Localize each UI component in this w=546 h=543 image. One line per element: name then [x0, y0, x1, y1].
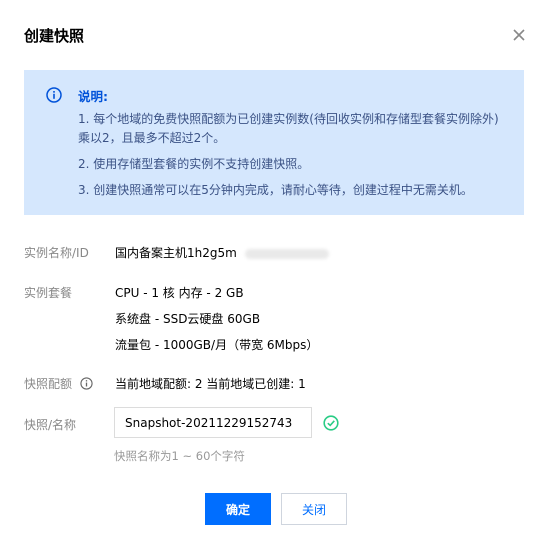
snapshot-name-hint: 快照名称为1 ~ 60个字符: [114, 449, 245, 463]
snapshot-name-input[interactable]: [114, 407, 312, 438]
dialog-title: 创建快照: [24, 27, 85, 45]
info-icon: [46, 87, 62, 103]
plan-line: 系统盘 - SSD云硬盘 60GB: [115, 312, 261, 326]
help-icon[interactable]: [80, 377, 93, 390]
plan-line: CPU - 1 核 内存 - 2 GB: [115, 286, 244, 300]
instance-name-text: 国内备案主机1h2g5m: [115, 246, 237, 260]
notice-heading: 说明:: [78, 89, 108, 104]
snapshot-name-label: 快照/名称: [24, 418, 77, 432]
notice-list: 1. 每个地域的免费快照配额为已创建实例数(待回收实例和存储型套餐实例除外)乘以…: [78, 110, 508, 207]
confirm-button[interactable]: 确定: [205, 493, 271, 525]
notice-item: 2. 使用存储型套餐的实例不支持创建快照。: [78, 157, 310, 171]
notice-box: 说明: 1. 每个地域的免费快照配额为已创建实例数(待回收实例和存储型套餐实例除…: [24, 70, 524, 215]
notice-item: 1. 每个地域的免费快照配额为已创建实例数(待回收实例和存储型套餐实例除外)乘以…: [78, 112, 499, 145]
notice-item: 3. 创建快照通常可以在5分钟内完成，请耐心等待，创建过程中无需关机。: [78, 183, 473, 197]
plan-line: 流量包 - 1000GB/月（带宽 6Mbps）: [115, 338, 319, 352]
quota-label: 快照配额: [24, 375, 93, 392]
close-button[interactable]: 关闭: [281, 493, 347, 525]
plan-label: 实例套餐: [24, 286, 73, 300]
instance-id-redacted: [244, 248, 329, 259]
create-snapshot-dialog: 创建快照 说明: 1. 每个地域的免费快照配额为已创建实例数(待回收实例和存储型…: [0, 0, 546, 543]
instance-name-label: 实例名称/ID: [24, 246, 89, 260]
quota-label-text: 快照配额: [24, 377, 73, 391]
check-circle-icon: [323, 415, 339, 431]
quota-value: 当前地域配额: 2 当前地域已创建: 1: [115, 377, 306, 391]
close-icon[interactable]: [512, 28, 526, 42]
instance-name-value: 国内备案主机1h2g5m: [115, 244, 329, 261]
